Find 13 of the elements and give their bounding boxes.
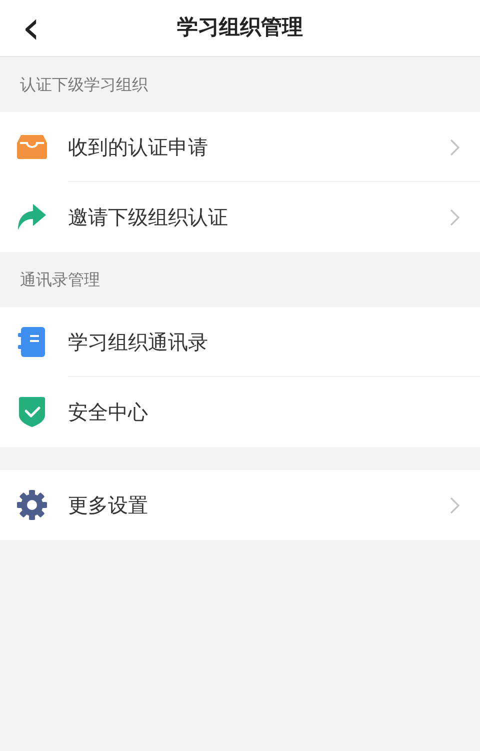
shield-check-icon <box>19 397 45 427</box>
inbox-icon <box>17 135 47 159</box>
back-button[interactable]: ‹ <box>22 4 40 50</box>
item-label: 收到的认证申请 <box>68 134 209 161</box>
item-label: 更多设置 <box>68 492 149 519</box>
notebook-icon <box>18 327 46 357</box>
section-header: 通讯录管理 <box>20 268 100 290</box>
item-label: 安全中心 <box>68 399 149 426</box>
page-title: 学习组织管理 <box>177 14 303 42</box>
item-label: 学习组织通讯录 <box>68 329 209 356</box>
item-label: 邀请下级组织认证 <box>68 204 229 231</box>
section-header: 认证下级学习组织 <box>20 74 148 96</box>
share-arrow-icon <box>17 204 47 230</box>
